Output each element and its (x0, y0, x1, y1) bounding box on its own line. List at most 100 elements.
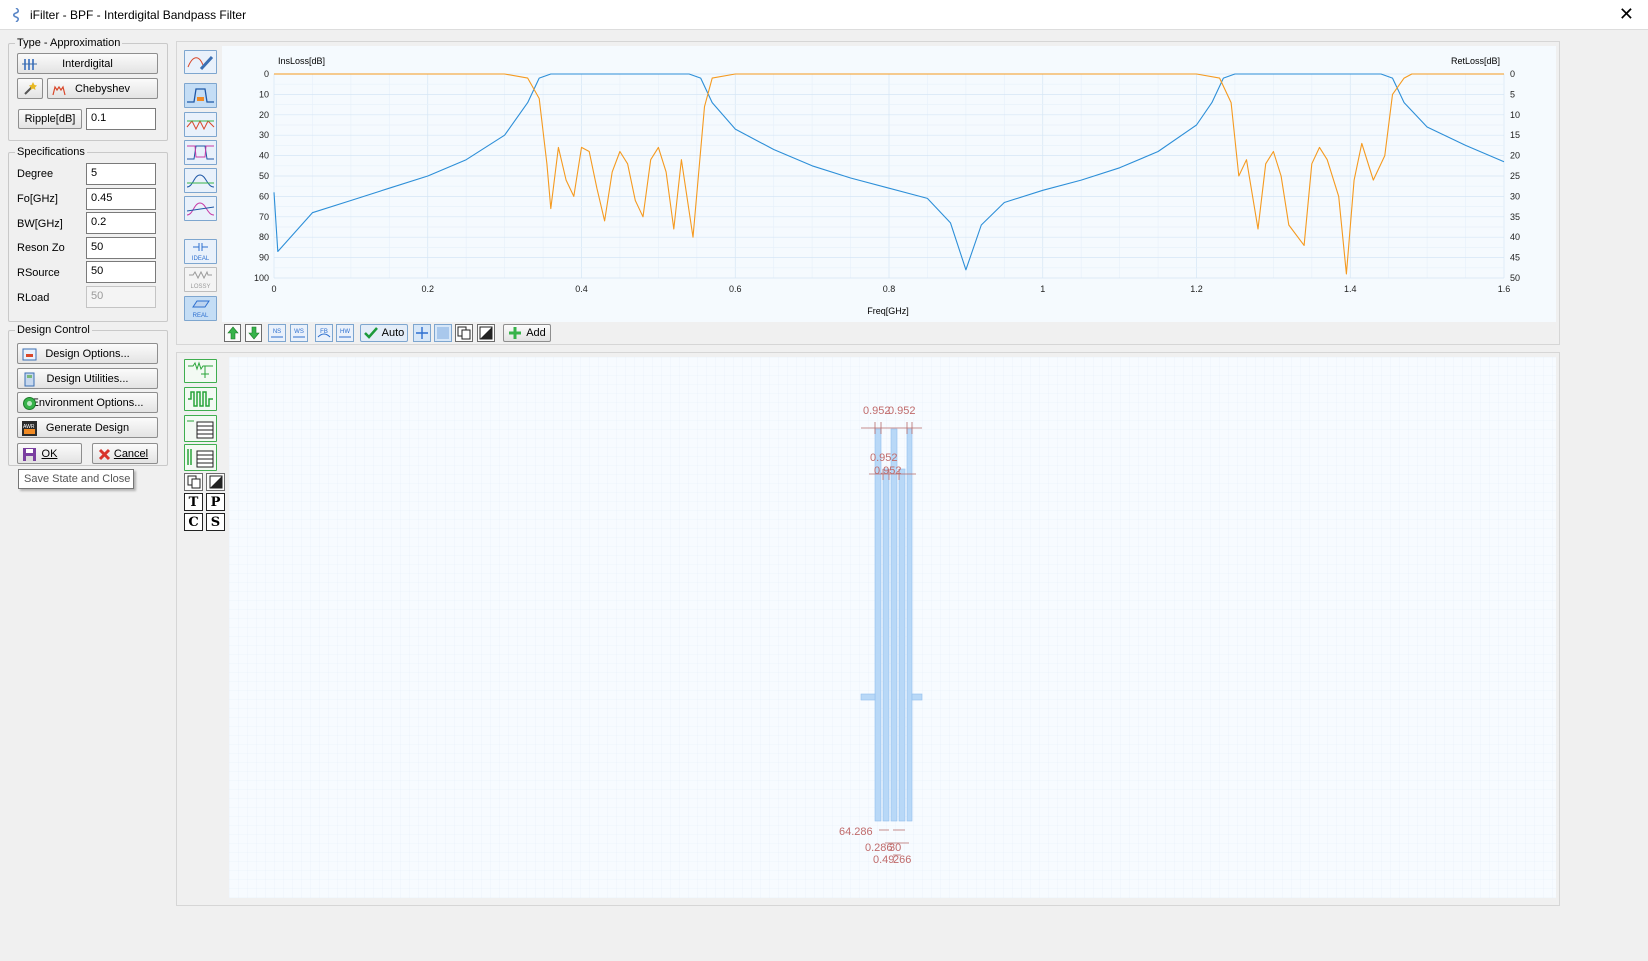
x-tick-label: 0.8 (883, 284, 896, 294)
ripple-button[interactable]: Ripple[dB] (18, 109, 82, 129)
tool-p-button[interactable]: P (206, 493, 225, 511)
svg-text:0.952: 0.952 (870, 452, 898, 464)
marker-ws-button[interactable]: WS (290, 324, 308, 342)
copy-chart-button[interactable] (455, 324, 473, 342)
ripple-input[interactable]: 0.1 (86, 108, 156, 130)
copy-layout-icon (187, 475, 200, 489)
tool-c-button[interactable]: C (184, 513, 203, 531)
tuning-wrench-icon (187, 55, 214, 71)
bandpass-response-button[interactable] (184, 83, 217, 108)
design-options-label: Design Options... (45, 347, 130, 360)
ws-text: WS (294, 329, 304, 335)
arrow-down-button[interactable] (245, 324, 262, 342)
marker-fb-button[interactable]: FB (315, 324, 333, 342)
auto-scale-button[interactable]: Auto (360, 324, 408, 342)
add-trace-button[interactable]: Add (503, 324, 551, 342)
y-right-tick-label: 0 (1510, 69, 1515, 79)
close-icon[interactable]: ✕ (1619, 4, 1634, 25)
chebyshev-response-icon (52, 85, 66, 96)
rload-input: 50 (86, 286, 156, 308)
cancel-x-icon (98, 448, 111, 461)
degree-label: Degree (17, 168, 54, 180)
wizard-button[interactable] (17, 78, 43, 99)
copy-layout-button[interactable] (184, 473, 203, 491)
fill-button[interactable] (434, 324, 452, 342)
cancel-button[interactable]: Cancel (92, 443, 158, 464)
y-left-tick-label: 60 (259, 191, 269, 201)
invert-layout-button[interactable] (206, 473, 225, 491)
svg-text:0.952: 0.952 (888, 405, 916, 417)
svg-text:0.952: 0.952 (863, 405, 891, 417)
response-view-2-button[interactable] (184, 112, 217, 137)
approximation-button[interactable]: Chebyshev (47, 78, 158, 99)
type-group-title: Type - Approximation (15, 37, 123, 49)
title-bar: iFilter - BPF - Interdigital Bandpass Fi… (0, 0, 1648, 30)
tool-s-button[interactable]: S (206, 513, 225, 531)
marker-ns-button[interactable]: NS (268, 324, 286, 342)
ideal-model-button[interactable]: IDEAL (184, 239, 217, 264)
layout-table-icon (187, 449, 214, 468)
specifications-title: Specifications (15, 146, 87, 158)
schematic-view-button[interactable] (184, 359, 217, 383)
type-button[interactable]: Interdigital (17, 53, 158, 74)
approximation-label: Chebyshev (74, 82, 131, 95)
response-view-4-button[interactable] (184, 168, 217, 193)
arrow-up-icon (226, 326, 239, 340)
layout-canvas[interactable]: 0.9520.952 0.9520.952 64.286 0.28630 0.4… (229, 357, 1556, 898)
x-tick-label: 0.6 (729, 284, 742, 294)
bw-label: BW[GHz] (17, 218, 63, 230)
crosshair-icon (416, 327, 428, 339)
reson-zo-label: Reson Zo (17, 242, 65, 254)
tool-t-button[interactable]: T (184, 493, 203, 511)
design-utilities-button[interactable]: Design Utilities... (17, 368, 158, 389)
y-right-tick-label: 35 (1510, 212, 1520, 222)
calculator-icon (24, 372, 35, 387)
x-tick-label: 0.2 (421, 284, 434, 294)
x-tick-label: 0.4 (575, 284, 588, 294)
y-right-tick-label: 40 (1510, 232, 1520, 242)
environment-options-label: Environment Options... (31, 396, 144, 409)
schematic-table-button[interactable] (184, 415, 217, 442)
y-left-tick-label: 50 (259, 171, 269, 181)
svg-text:AWR: AWR (23, 424, 35, 430)
crosshair-button[interactable] (413, 324, 431, 342)
response-chart[interactable]: 0 0.2 0.4 0.6 0.8 1 1.2 1.4 1.601020304050607080… (222, 46, 1556, 322)
generate-design-button[interactable]: AWR Generate Design (17, 417, 158, 438)
y-right-tick-label: 25 (1510, 171, 1520, 181)
invert-colors-button[interactable] (477, 324, 495, 342)
marker-ns-icon: NS (271, 329, 283, 338)
x-tick-label: 1.2 (1190, 284, 1203, 294)
response-view-3-button[interactable] (184, 140, 217, 165)
schematic-icon (188, 361, 213, 378)
y-left-tick-label: 100 (254, 273, 269, 283)
generate-design-label: Generate Design (45, 421, 130, 434)
real-text: REAL (193, 313, 209, 319)
real-board-icon: REAL (192, 300, 210, 319)
save-disk-icon (23, 448, 36, 461)
plus-icon (509, 327, 522, 339)
fo-input[interactable]: 0.45 (86, 188, 156, 210)
y-right-tick-label: 20 (1510, 151, 1520, 161)
resonator-3 (890, 428, 898, 822)
bw-input[interactable]: 0.2 (86, 212, 156, 234)
lossy-model-button[interactable]: LOSSY (184, 267, 217, 292)
design-options-button[interactable]: Design Options... (17, 343, 158, 364)
real-model-button[interactable]: REAL (184, 296, 217, 321)
design-utilities-label: Design Utilities... (46, 372, 129, 385)
reson-zo-input[interactable]: 50 (86, 237, 156, 259)
response-view-5-button[interactable] (184, 196, 217, 221)
marker-hw-button[interactable]: HW (336, 324, 354, 342)
layout-table-button[interactable] (184, 444, 217, 471)
ok-button[interactable]: OK (17, 443, 82, 464)
arrow-up-button[interactable] (224, 324, 241, 342)
y-left-tick-label: 30 (259, 130, 269, 140)
y-left-tick-label: 10 (259, 89, 269, 99)
y-left-tick-label: 80 (259, 232, 269, 242)
output-feed (911, 693, 923, 701)
tuning-tool-button[interactable] (184, 50, 217, 74)
layout-view-button[interactable] (184, 387, 217, 411)
window-title: iFilter - BPF - Interdigital Bandpass Fi… (30, 8, 247, 22)
degree-input[interactable]: 5 (86, 163, 156, 185)
rsource-input[interactable]: 50 (86, 261, 156, 283)
environment-options-button[interactable]: Environment Options... (17, 392, 158, 413)
